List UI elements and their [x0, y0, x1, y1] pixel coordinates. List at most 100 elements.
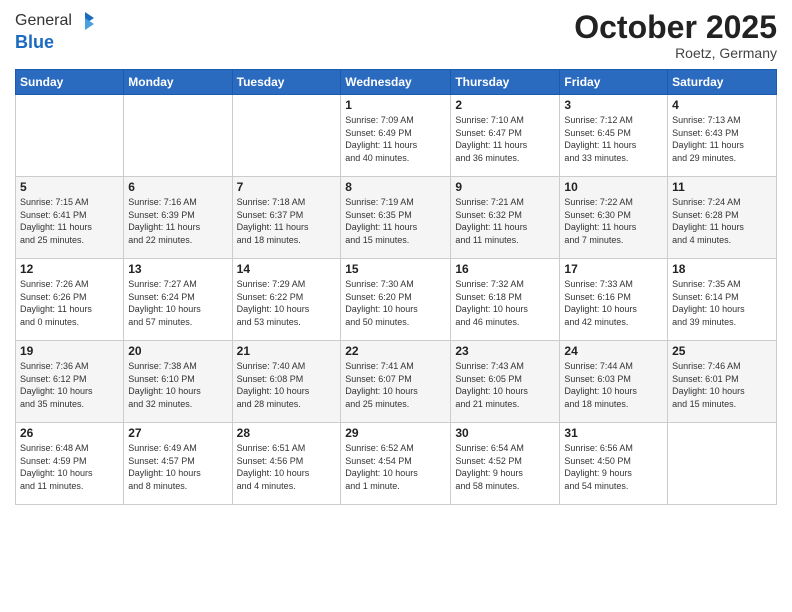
- day-info: Sunrise: 6:54 AM Sunset: 4:52 PM Dayligh…: [455, 442, 555, 492]
- day-cell: 24 Sunrise: 7:44 AM Sunset: 6:03 PM Dayli…: [560, 341, 668, 423]
- day-info: Sunrise: 7:21 AM Sunset: 6:32 PM Dayligh…: [455, 196, 555, 246]
- day-info: Sunrise: 7:43 AM Sunset: 6:05 PM Dayligh…: [455, 360, 555, 410]
- week-row-3: 12 Sunrise: 7:26 AM Sunset: 6:26 PM Dayli…: [16, 259, 777, 341]
- day-number: 30: [455, 426, 555, 440]
- day-number: 27: [128, 426, 227, 440]
- day-cell: 21 Sunrise: 7:40 AM Sunset: 6:08 PM Dayli…: [232, 341, 341, 423]
- day-info: Sunrise: 7:22 AM Sunset: 6:30 PM Dayligh…: [564, 196, 663, 246]
- week-row-4: 19 Sunrise: 7:36 AM Sunset: 6:12 PM Dayli…: [16, 341, 777, 423]
- day-cell: 14 Sunrise: 7:29 AM Sunset: 6:22 PM Dayli…: [232, 259, 341, 341]
- day-info: Sunrise: 7:19 AM Sunset: 6:35 PM Dayligh…: [345, 196, 446, 246]
- day-number: 2: [455, 98, 555, 112]
- day-info: Sunrise: 7:13 AM Sunset: 6:43 PM Dayligh…: [672, 114, 772, 164]
- day-number: 18: [672, 262, 772, 276]
- day-number: 17: [564, 262, 663, 276]
- day-info: Sunrise: 7:24 AM Sunset: 6:28 PM Dayligh…: [672, 196, 772, 246]
- day-info: Sunrise: 7:12 AM Sunset: 6:45 PM Dayligh…: [564, 114, 663, 164]
- header-row: Sunday Monday Tuesday Wednesday Thursday…: [16, 70, 777, 95]
- day-info: Sunrise: 7:29 AM Sunset: 6:22 PM Dayligh…: [237, 278, 337, 328]
- day-info: Sunrise: 7:36 AM Sunset: 6:12 PM Dayligh…: [20, 360, 119, 410]
- day-cell: 1 Sunrise: 7:09 AM Sunset: 6:49 PM Daylig…: [341, 95, 451, 177]
- day-number: 1: [345, 98, 446, 112]
- day-cell: 15Sunrise: 7:30 AM Sunset: 6:20 PM Dayli…: [341, 259, 451, 341]
- day-number: 5: [20, 180, 119, 194]
- col-tuesday: Tuesday: [232, 70, 341, 95]
- day-cell: 30 Sunrise: 6:54 AM Sunset: 4:52 PM Dayli…: [451, 423, 560, 505]
- day-cell: [16, 95, 124, 177]
- logo-general-text: General: [15, 12, 72, 30]
- page: General Blue October 2025 Roetz, Germany…: [0, 0, 792, 612]
- day-info: Sunrise: 7:38 AM Sunset: 6:10 PM Dayligh…: [128, 360, 227, 410]
- day-info: Sunrise: 7:44 AM Sunset: 6:03 PM Dayligh…: [564, 360, 663, 410]
- day-number: 6: [128, 180, 227, 194]
- day-number: 11: [672, 180, 772, 194]
- day-number: 20: [128, 344, 227, 358]
- day-info: Sunrise: 7:15 AM Sunset: 6:41 PM Dayligh…: [20, 196, 119, 246]
- day-cell: 7 Sunrise: 7:18 AM Sunset: 6:37 PM Daylig…: [232, 177, 341, 259]
- day-cell: 17 Sunrise: 7:33 AM Sunset: 6:16 PM Dayli…: [560, 259, 668, 341]
- logo-flag-icon: [74, 10, 96, 32]
- day-number: 25: [672, 344, 772, 358]
- col-wednesday: Wednesday: [341, 70, 451, 95]
- day-cell: 3 Sunrise: 7:12 AM Sunset: 6:45 PM Daylig…: [560, 95, 668, 177]
- day-info: Sunrise: 7:18 AM Sunset: 6:37 PM Dayligh…: [237, 196, 337, 246]
- day-number: 16: [455, 262, 555, 276]
- day-cell: 10 Sunrise: 7:22 AM Sunset: 6:30 PM Dayli…: [560, 177, 668, 259]
- day-number: 29: [345, 426, 446, 440]
- day-cell: 22Sunrise: 7:41 AM Sunset: 6:07 PM Dayli…: [341, 341, 451, 423]
- day-cell: 23 Sunrise: 7:43 AM Sunset: 6:05 PM Dayli…: [451, 341, 560, 423]
- day-info: Sunrise: 6:51 AM Sunset: 4:56 PM Dayligh…: [237, 442, 337, 492]
- calendar: Sunday Monday Tuesday Wednesday Thursday…: [15, 69, 777, 505]
- day-info: Sunrise: 7:33 AM Sunset: 6:16 PM Dayligh…: [564, 278, 663, 328]
- col-monday: Monday: [124, 70, 232, 95]
- day-number: 28: [237, 426, 337, 440]
- day-number: 24: [564, 344, 663, 358]
- day-cell: 18 Sunrise: 7:35 AM Sunset: 6:14 PM Dayli…: [668, 259, 777, 341]
- day-number: 3: [564, 98, 663, 112]
- week-row-1: 1 Sunrise: 7:09 AM Sunset: 6:49 PM Daylig…: [16, 95, 777, 177]
- day-info: Sunrise: 6:49 AM Sunset: 4:57 PM Dayligh…: [128, 442, 227, 492]
- day-cell: 12 Sunrise: 7:26 AM Sunset: 6:26 PM Dayli…: [16, 259, 124, 341]
- day-number: 13: [128, 262, 227, 276]
- day-number: 7: [237, 180, 337, 194]
- day-cell: 13 Sunrise: 7:27 AM Sunset: 6:24 PM Dayli…: [124, 259, 232, 341]
- week-row-5: 26 Sunrise: 6:48 AM Sunset: 4:59 PM Dayli…: [16, 423, 777, 505]
- col-saturday: Saturday: [668, 70, 777, 95]
- day-info: Sunrise: 7:09 AM Sunset: 6:49 PM Dayligh…: [345, 114, 446, 164]
- day-cell: 9 Sunrise: 7:21 AM Sunset: 6:32 PM Daylig…: [451, 177, 560, 259]
- day-cell: 26 Sunrise: 6:48 AM Sunset: 4:59 PM Dayli…: [16, 423, 124, 505]
- day-number: 26: [20, 426, 119, 440]
- logo-blue-text: Blue: [15, 32, 96, 53]
- day-number: 4: [672, 98, 772, 112]
- day-info: Sunrise: 7:30 AM Sunset: 6:20 PM Dayligh…: [345, 278, 446, 328]
- day-cell: 28 Sunrise: 6:51 AM Sunset: 4:56 PM Dayli…: [232, 423, 341, 505]
- day-number: 12: [20, 262, 119, 276]
- day-info: Sunrise: 7:27 AM Sunset: 6:24 PM Dayligh…: [128, 278, 227, 328]
- day-number: 14: [237, 262, 337, 276]
- day-cell: 27 Sunrise: 6:49 AM Sunset: 4:57 PM Dayli…: [124, 423, 232, 505]
- day-info: Sunrise: 7:41 AM Sunset: 6:07 PM Dayligh…: [345, 360, 446, 410]
- day-info: Sunrise: 7:35 AM Sunset: 6:14 PM Dayligh…: [672, 278, 772, 328]
- day-cell: 5 Sunrise: 7:15 AM Sunset: 6:41 PM Daylig…: [16, 177, 124, 259]
- header: General Blue October 2025 Roetz, Germany: [15, 10, 777, 61]
- day-number: 21: [237, 344, 337, 358]
- day-cell: 11 Sunrise: 7:24 AM Sunset: 6:28 PM Dayli…: [668, 177, 777, 259]
- day-number: 9: [455, 180, 555, 194]
- day-info: Sunrise: 7:10 AM Sunset: 6:47 PM Dayligh…: [455, 114, 555, 164]
- day-cell: 20 Sunrise: 7:38 AM Sunset: 6:10 PM Dayli…: [124, 341, 232, 423]
- day-cell: 25Sunrise: 7:46 AM Sunset: 6:01 PM Dayli…: [668, 341, 777, 423]
- day-cell: 16Sunrise: 7:32 AM Sunset: 6:18 PM Dayli…: [451, 259, 560, 341]
- month-title: October 2025: [574, 10, 777, 45]
- logo: General Blue: [15, 10, 96, 53]
- day-number: 10: [564, 180, 663, 194]
- day-info: Sunrise: 6:48 AM Sunset: 4:59 PM Dayligh…: [20, 442, 119, 492]
- day-number: 23: [455, 344, 555, 358]
- day-number: 31: [564, 426, 663, 440]
- day-info: Sunrise: 7:16 AM Sunset: 6:39 PM Dayligh…: [128, 196, 227, 246]
- col-friday: Friday: [560, 70, 668, 95]
- day-info: Sunrise: 7:26 AM Sunset: 6:26 PM Dayligh…: [20, 278, 119, 328]
- day-info: Sunrise: 7:40 AM Sunset: 6:08 PM Dayligh…: [237, 360, 337, 410]
- day-cell: 29Sunrise: 6:52 AM Sunset: 4:54 PM Dayli…: [341, 423, 451, 505]
- day-number: 19: [20, 344, 119, 358]
- location: Roetz, Germany: [574, 45, 777, 61]
